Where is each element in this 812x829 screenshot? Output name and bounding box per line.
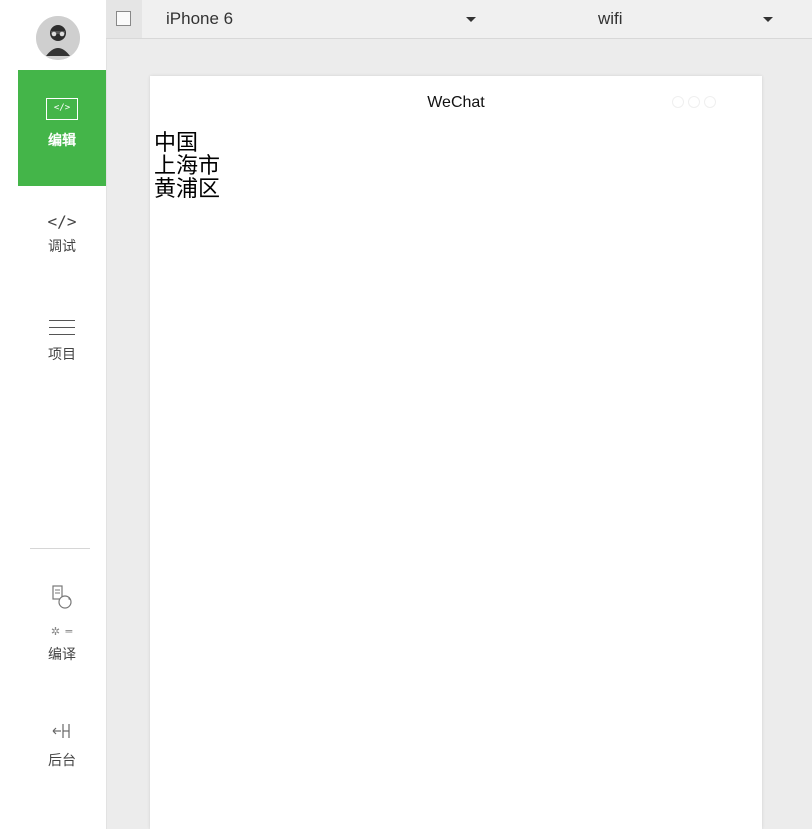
sidebar-item-edit[interactable]: </> 编辑: [18, 70, 106, 186]
compile-icon: [18, 584, 106, 615]
sidebar-divider: [30, 548, 90, 549]
toolbar-checkbox[interactable]: [116, 11, 131, 26]
sidebar-item-label: 调试: [48, 239, 76, 255]
menu-icon: [49, 320, 75, 336]
sidebar-item-project[interactable]: 项目: [18, 316, 106, 364]
sidebar-item-label: 后台: [48, 753, 76, 769]
network-select-value: wifi: [598, 9, 623, 28]
chevron-down-icon: [763, 17, 773, 22]
network-select[interactable]: wifi: [538, 0, 812, 38]
device-select-value: iPhone 6: [166, 9, 234, 28]
chevron-down-icon: [466, 17, 476, 22]
sidebar-item-backend[interactable]: 后台: [18, 722, 106, 770]
sidebar-item-label: 编译: [48, 647, 76, 663]
content-line-district: 黄浦区: [154, 177, 221, 202]
user-avatar[interactable]: [36, 16, 80, 60]
sidebar-item-debug[interactable]: </> 调试: [18, 212, 106, 256]
sidebar-item-label: 项目: [48, 347, 76, 363]
code-brackets-icon: </>: [47, 212, 77, 231]
background-icon: [18, 722, 106, 744]
content-line-city: 上海市: [154, 154, 221, 179]
content-line-country: 中国: [154, 131, 199, 156]
page-title: WeChat: [427, 94, 485, 111]
phone-simulator: WeChat 中国 上海市 黄浦区: [150, 76, 762, 829]
sidebar-item-compile[interactable]: ✲ ═ 编译: [18, 584, 106, 664]
page-content: 中国 上海市 黄浦区: [154, 132, 220, 201]
capsule-menu-icon[interactable]: [672, 96, 728, 110]
sidebar: </> 编辑 </> 调试 项目 ✲ ═ 编译 后台: [0, 0, 107, 829]
settings-toggle-icon: ✲ ═: [50, 625, 74, 638]
code-icon: </>: [46, 98, 78, 120]
sidebar-item-label: 编辑: [48, 133, 76, 149]
device-select[interactable]: iPhone 6: [142, 0, 538, 38]
simulator-toolbar: iPhone 6 wifi: [106, 0, 812, 39]
